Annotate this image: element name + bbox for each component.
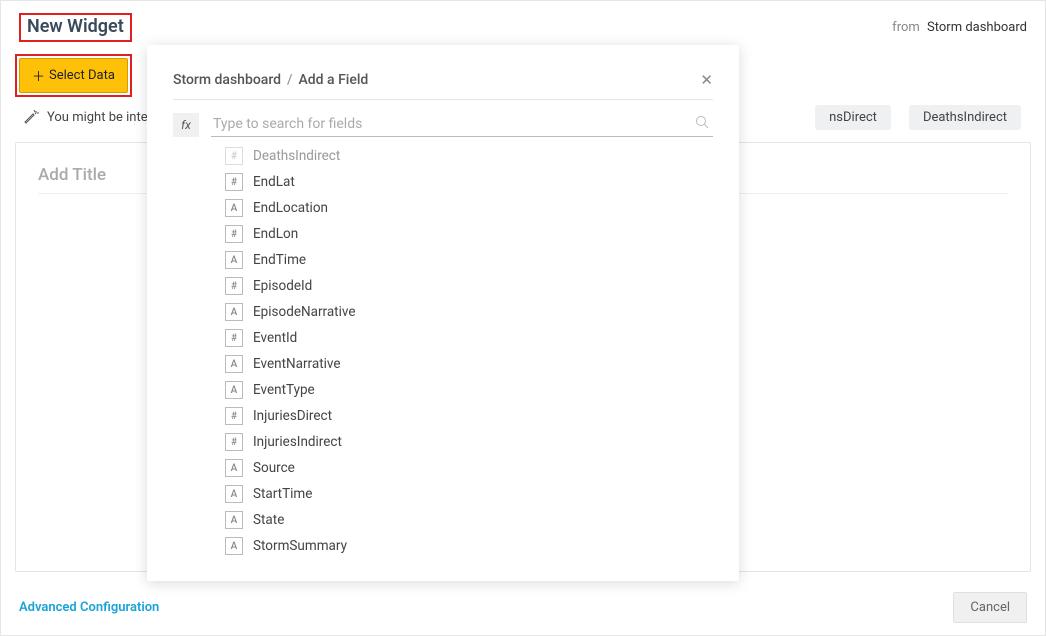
search-row: fx <box>173 112 713 137</box>
breadcrumb: Storm dashboard / Add a Field <box>173 72 368 88</box>
text-type-icon: A <box>225 355 243 373</box>
from-label-container: from Storm dashboard <box>892 20 1027 35</box>
text-type-icon: A <box>225 381 243 399</box>
numeric-type-icon: # <box>225 225 243 243</box>
field-name: EpisodeId <box>253 278 312 294</box>
numeric-type-icon: # <box>225 147 243 165</box>
search-icon <box>695 115 709 133</box>
page-header: New Widget from Storm dashboard <box>1 1 1045 42</box>
field-item[interactable]: A EndLocation <box>225 195 713 221</box>
title-highlight: New Widget <box>19 13 132 42</box>
field-name: EventId <box>253 330 297 346</box>
text-type-icon: A <box>225 303 243 321</box>
close-icon[interactable]: ✕ <box>700 71 713 89</box>
field-item[interactable]: # EndLat <box>225 169 713 195</box>
select-data-highlight: ＋ Select Data <box>15 54 132 97</box>
field-item[interactable]: # EpisodeId <box>225 273 713 299</box>
chip-nsdirect[interactable]: nsDirect <box>815 105 891 130</box>
advanced-configuration-link[interactable]: Advanced Configuration <box>19 600 159 615</box>
search-input[interactable] <box>211 112 713 136</box>
numeric-type-icon: # <box>225 173 243 191</box>
field-item[interactable]: A EpisodeNarrative <box>225 299 713 325</box>
text-type-icon: A <box>225 537 243 555</box>
field-name: EndLon <box>253 226 298 242</box>
field-item[interactable]: # EventId <box>225 325 713 351</box>
select-data-button[interactable]: ＋ Select Data <box>19 58 128 93</box>
popup-header: Storm dashboard / Add a Field ✕ <box>173 71 713 89</box>
field-item[interactable]: A State <box>225 507 713 533</box>
divider <box>173 99 713 100</box>
field-list: # DeathsIndirect # EndLat A EndLocation # EndLo… <box>225 143 713 559</box>
text-type-icon: A <box>225 459 243 477</box>
text-type-icon: A <box>225 511 243 529</box>
field-name: EventNarrative <box>253 356 341 372</box>
field-item[interactable]: # InjuriesDirect <box>225 403 713 429</box>
field-name: DeathsIndirect <box>253 148 340 164</box>
wand-icon <box>23 110 39 126</box>
breadcrumb-root[interactable]: Storm dashboard <box>173 72 281 88</box>
text-type-icon: A <box>225 251 243 269</box>
search-wrap <box>211 112 713 137</box>
add-field-popup: Storm dashboard / Add a Field ✕ fx # Deat… <box>147 45 739 581</box>
field-name: EpisodeNarrative <box>253 304 356 320</box>
field-name: EndLocation <box>253 200 328 216</box>
suggestion-text: You might be inte <box>47 110 148 125</box>
numeric-type-icon: # <box>225 407 243 425</box>
field-item[interactable]: A EndTime <box>225 247 713 273</box>
text-type-icon: A <box>225 199 243 217</box>
field-name: InjuriesIndirect <box>253 434 342 450</box>
dashboard-name: Storm dashboard <box>927 20 1027 35</box>
field-name: InjuriesDirect <box>253 408 332 424</box>
text-type-icon: A <box>225 485 243 503</box>
field-item[interactable]: # InjuriesIndirect <box>225 429 713 455</box>
chip-deathsindirect[interactable]: DeathsIndirect <box>909 105 1021 130</box>
numeric-type-icon: # <box>225 329 243 347</box>
field-item[interactable]: # EndLon <box>225 221 713 247</box>
footer: Advanced Configuration Cancel <box>1 580 1045 635</box>
field-name: StartTime <box>253 486 312 502</box>
field-item[interactable]: # DeathsIndirect <box>225 143 713 169</box>
field-item[interactable]: A EventNarrative <box>225 351 713 377</box>
plus-icon: ＋ <box>32 66 45 85</box>
field-item[interactable]: A StormSummary <box>225 533 713 559</box>
field-name: State <box>253 512 284 528</box>
breadcrumb-separator: / <box>287 72 292 88</box>
cancel-button[interactable]: Cancel <box>953 592 1027 623</box>
field-name: EndTime <box>253 252 306 268</box>
fx-button[interactable]: fx <box>173 113 199 137</box>
select-data-label: Select Data <box>49 68 115 83</box>
page-title: New Widget <box>27 16 124 37</box>
numeric-type-icon: # <box>225 433 243 451</box>
chip-row: nsDirect DeathsIndirect <box>815 105 1027 130</box>
field-item[interactable]: A StartTime <box>225 481 713 507</box>
field-item[interactable]: A Source <box>225 455 713 481</box>
from-label: from <box>892 20 920 35</box>
numeric-type-icon: # <box>225 277 243 295</box>
field-name: EventType <box>253 382 315 398</box>
field-item[interactable]: A EventType <box>225 377 713 403</box>
field-name: StormSummary <box>253 538 347 554</box>
field-name: EndLat <box>253 174 295 190</box>
field-name: Source <box>253 460 295 476</box>
breadcrumb-leaf: Add a Field <box>299 72 369 88</box>
